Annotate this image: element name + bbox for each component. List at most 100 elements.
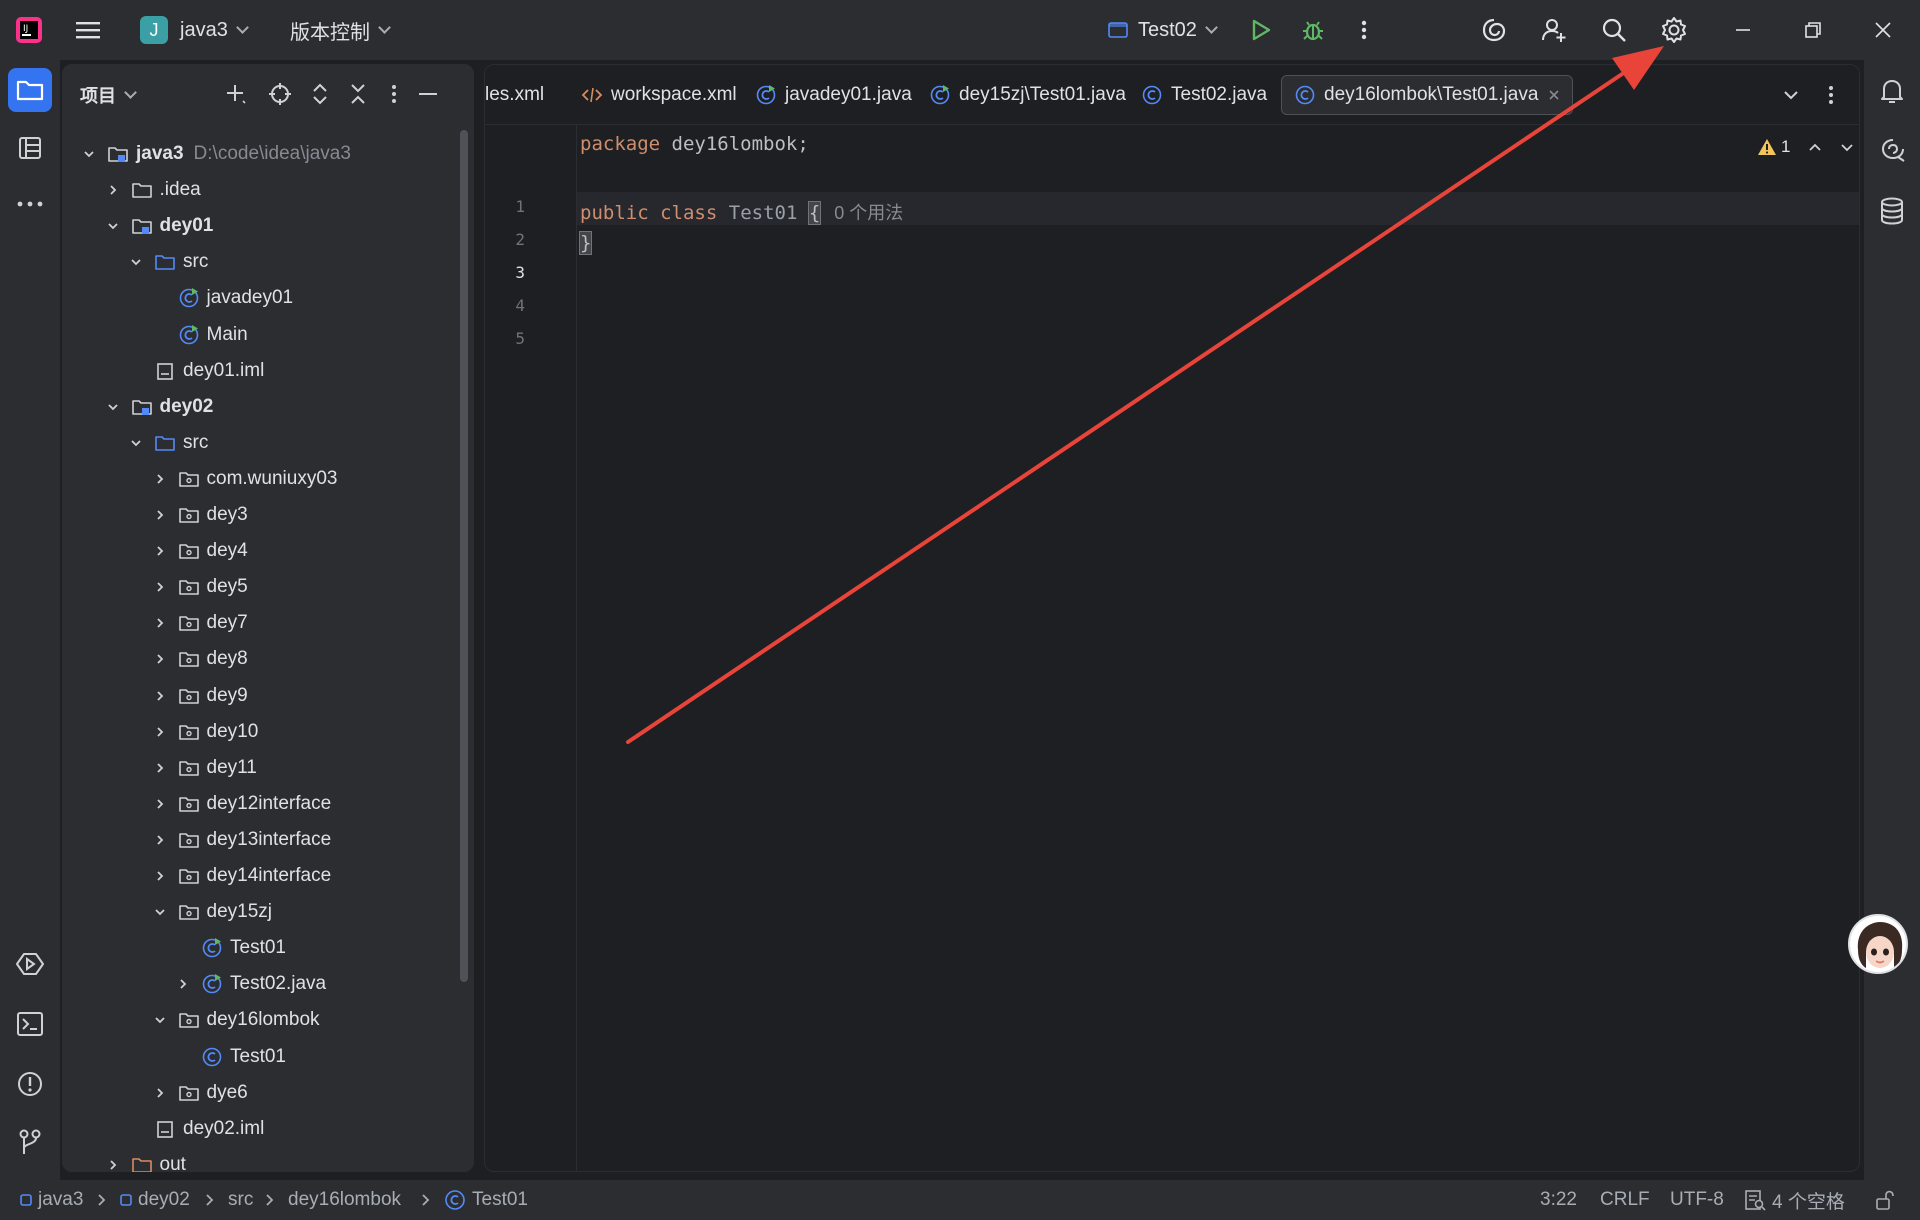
tree-item[interactable]: dey16lombok <box>62 1002 474 1038</box>
panel-options-icon[interactable] <box>380 80 408 108</box>
tree-item[interactable]: dey01.iml <box>62 353 474 389</box>
locate-file-icon[interactable] <box>266 80 294 108</box>
line-ending[interactable]: CRLF <box>1600 1180 1650 1220</box>
settings-gear-icon[interactable] <box>1659 0 1689 60</box>
chevron-right-icon[interactable] <box>153 544 167 558</box>
editor-tab[interactable]: javadey01.java <box>755 75 912 115</box>
chevron-down-icon[interactable] <box>153 905 167 919</box>
tree-item[interactable]: dey01 <box>62 208 474 244</box>
tree-item[interactable]: dey7 <box>62 605 474 641</box>
editor-tab[interactable]: dey15zj\Test01.java <box>929 75 1126 115</box>
chevron-right-icon[interactable] <box>153 761 167 775</box>
project-tool-button[interactable] <box>8 68 52 112</box>
tree-item[interactable]: .idea <box>62 172 474 208</box>
chevron-right-icon[interactable] <box>153 1086 167 1100</box>
tree-item[interactable]: Test01 <box>62 930 474 966</box>
run-config-selector[interactable]: Test02 <box>1108 0 1218 60</box>
chevron-down-icon[interactable] <box>129 255 143 269</box>
tree-item[interactable]: dey11 <box>62 750 474 786</box>
code-line-1[interactable]: package dey16lombok; <box>580 133 809 155</box>
tree-item[interactable]: com.wuniuxy03 <box>62 461 474 497</box>
more-actions-icon[interactable] <box>1360 0 1368 60</box>
git-branch-icon[interactable] <box>8 1120 52 1164</box>
editor-tab[interactable]: Test02.java <box>1141 75 1267 115</box>
more-tools-icon[interactable] <box>8 182 52 226</box>
tree-item[interactable]: out <box>62 1147 474 1172</box>
read-only-lock-icon[interactable] <box>1874 1180 1896 1220</box>
chevron-right-icon[interactable] <box>106 1158 120 1172</box>
breadcrumb-item[interactable]: Test01 <box>444 1180 528 1220</box>
tree-item[interactable]: dey5 <box>62 569 474 605</box>
notifications-bell-icon[interactable] <box>1878 76 1906 106</box>
tree-item[interactable]: dey10 <box>62 714 474 750</box>
caret-position[interactable]: 3:22 <box>1540 1180 1577 1220</box>
chevron-right-icon[interactable] <box>153 725 167 739</box>
tree-item[interactable]: dey14interface <box>62 858 474 894</box>
chevron-right-icon[interactable] <box>153 508 167 522</box>
expand-all-icon[interactable] <box>306 80 334 108</box>
minimize-button[interactable] <box>1732 0 1754 60</box>
tree-item[interactable]: dey9 <box>62 678 474 714</box>
tree-item[interactable]: dye6 <box>62 1075 474 1111</box>
add-user-icon[interactable] <box>1540 0 1568 60</box>
close-window-button[interactable] <box>1872 0 1894 60</box>
terminal-icon[interactable] <box>8 1002 52 1046</box>
app-logo-icon[interactable]: IJ <box>14 0 44 60</box>
collapse-all-icon[interactable] <box>344 80 372 108</box>
breadcrumb-item[interactable]: dey02 <box>120 1180 190 1220</box>
tree-item[interactable]: dey3 <box>62 497 474 533</box>
vcs-menu[interactable]: 版本控制 <box>290 0 391 60</box>
tree-scrollbar[interactable] <box>460 130 468 982</box>
project-selector[interactable]: J java3 <box>140 0 249 60</box>
breadcrumb-item[interactable]: dey16lombok <box>288 1180 401 1220</box>
services-run-icon[interactable] <box>8 942 52 986</box>
indent-settings[interactable]: 4 个空格 <box>1744 1180 1845 1220</box>
ai-chat-icon[interactable] <box>1878 136 1908 164</box>
chevron-down-icon[interactable] <box>106 219 120 233</box>
tree-item[interactable]: javadey01 <box>62 280 474 316</box>
tree-item[interactable]: dey12interface <box>62 786 474 822</box>
ai-assistant-icon[interactable] <box>1480 0 1508 60</box>
chevron-right-icon[interactable] <box>153 689 167 703</box>
breadcrumb-item[interactable]: java3 <box>20 1180 83 1220</box>
project-view-selector[interactable]: 项目 <box>80 82 137 108</box>
tree-item[interactable]: dey8 <box>62 641 474 677</box>
search-icon[interactable] <box>1600 0 1628 60</box>
code-line-4[interactable]: } <box>578 231 593 255</box>
tabs-dropdown-icon[interactable] <box>1781 81 1801 109</box>
tree-item[interactable]: dey02 <box>62 389 474 425</box>
close-tab-icon[interactable] <box>1548 89 1560 101</box>
tree-item[interactable]: java3 D:\code\idea\java3 <box>62 136 474 172</box>
assistant-avatar[interactable] <box>1848 914 1908 974</box>
inspection-widget[interactable]: 1 <box>1757 137 1854 157</box>
chevron-right-icon[interactable] <box>153 797 167 811</box>
run-button[interactable] <box>1250 0 1272 60</box>
chevron-right-icon[interactable] <box>153 652 167 666</box>
tree-item[interactable]: src <box>62 425 474 461</box>
editor-tab[interactable]: dey16lombok\Test01.java <box>1281 75 1574 115</box>
chevron-right-icon[interactable] <box>106 183 120 197</box>
tree-item[interactable]: dey02.iml <box>62 1111 474 1147</box>
main-menu-icon[interactable] <box>74 0 102 60</box>
problems-icon[interactable] <box>8 1062 52 1106</box>
file-encoding[interactable]: UTF-8 <box>1670 1180 1724 1220</box>
chevron-down-icon[interactable] <box>153 1013 167 1027</box>
editor-tab[interactable]: workspace.xml <box>581 75 737 115</box>
chevron-right-icon[interactable] <box>153 580 167 594</box>
structure-tool-button[interactable] <box>8 126 52 170</box>
chevron-down-icon[interactable] <box>106 400 120 414</box>
chevron-down-icon[interactable] <box>82 147 96 161</box>
code-line-3[interactable]: public class Test01 {0 个用法 <box>580 199 903 225</box>
hide-panel-icon[interactable] <box>414 80 442 108</box>
usages-hint[interactable]: 0 个用法 <box>834 203 903 223</box>
database-icon[interactable] <box>1878 196 1906 226</box>
chevron-right-icon[interactable] <box>153 616 167 630</box>
debug-button[interactable] <box>1300 0 1326 60</box>
tree-item[interactable]: src <box>62 244 474 280</box>
tree-item[interactable]: Test01 <box>62 1039 474 1075</box>
editor-tab[interactable]: les.xml <box>485 75 544 115</box>
restore-button[interactable] <box>1802 0 1824 60</box>
tree-item[interactable]: dey13interface <box>62 822 474 858</box>
chevron-down-icon[interactable] <box>129 436 143 450</box>
chevron-right-icon[interactable] <box>176 977 190 991</box>
